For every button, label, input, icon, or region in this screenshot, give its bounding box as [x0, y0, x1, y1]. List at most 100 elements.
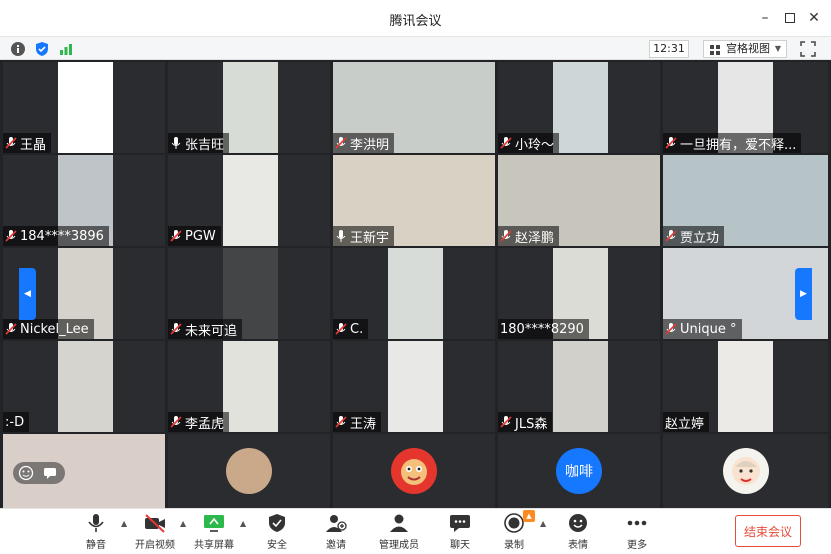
name-label: Unique ° [663, 319, 742, 339]
chat-button[interactable]: 聊天 [433, 513, 487, 553]
participant-video [223, 155, 278, 246]
video-tile[interactable]: 王新宇 [333, 155, 495, 246]
participant-video [58, 341, 113, 432]
info-icon[interactable] [10, 41, 26, 57]
avatar-tile[interactable]: 咖啡 [498, 434, 660, 508]
video-tile[interactable]: 李洪明 [333, 62, 495, 153]
shield-icon [269, 514, 285, 532]
video-tile[interactable]: PGW [168, 155, 330, 246]
name-label: 李洪明 [333, 133, 395, 153]
avatar-tile[interactable] [168, 434, 330, 508]
chat-bubble-icon[interactable] [42, 465, 58, 481]
video-tile[interactable]: 赵泽鹏 [498, 155, 660, 246]
shield-icon[interactable] [34, 41, 50, 57]
video-grid: 王晶 张吉旺 李洪明 小玲～ 一旦拥有，爱不释... 184****3896 P… [0, 60, 831, 508]
name-label: 184****3896 [3, 226, 109, 246]
reaction-button[interactable]: 表情 [551, 513, 605, 553]
add-user-icon [326, 515, 347, 532]
avatar [226, 448, 272, 494]
video-options-caret[interactable]: ▲ [180, 519, 186, 528]
fullscreen-icon[interactable] [800, 41, 816, 57]
video-tile[interactable]: 李孟虎 [168, 341, 330, 432]
share-options-caret[interactable]: ▲ [240, 519, 246, 528]
signal-icon[interactable] [58, 41, 74, 57]
avatar [722, 448, 769, 494]
participant-video [223, 62, 278, 153]
video-tile[interactable]: 贾立功 [663, 155, 828, 246]
mic-muted-icon [665, 323, 677, 335]
video-tile[interactable]: 未来可追 [168, 248, 330, 339]
mute-button[interactable]: 静音 [69, 513, 123, 553]
previous-page-arrow[interactable]: ◀ [19, 268, 36, 320]
microphone-icon [88, 514, 104, 532]
participant-video [58, 62, 113, 153]
mic-muted-icon [335, 137, 347, 149]
minimize-icon[interactable]: – [755, 8, 775, 28]
mute-options-caret[interactable]: ▲ [121, 519, 127, 528]
mic-icon [336, 230, 346, 242]
emoji-icon [569, 514, 587, 532]
name-label: 王晶 [3, 133, 52, 153]
name-label: JLS森 [498, 412, 553, 432]
cartoon-face-icon [401, 459, 427, 485]
name-label: 赵立婷 [663, 412, 710, 432]
maximize-icon[interactable] [780, 8, 800, 28]
invite-button[interactable]: 邀请 [309, 513, 363, 553]
avatar-tile[interactable] [333, 434, 495, 508]
mic-muted-icon [335, 323, 347, 335]
mic-muted-icon [170, 323, 182, 335]
avatar-tile[interactable] [663, 434, 828, 508]
chevron-down-icon: ▼ [774, 44, 781, 53]
share-screen-icon [204, 515, 224, 532]
security-button[interactable]: 安全 [250, 513, 304, 553]
record-icon [504, 513, 524, 533]
name-label: Nickel_Lee [3, 319, 94, 339]
video-tile[interactable]: 180****8290 [498, 248, 660, 339]
name-label: 小玲～ [498, 133, 560, 153]
video-tile[interactable]: 一旦拥有，爱不释... [663, 62, 828, 153]
record-options-caret[interactable]: ▲ [540, 519, 546, 528]
video-tile[interactable]: :-D [3, 341, 165, 432]
name-label: 贾立功 [663, 226, 725, 246]
participant-video [553, 62, 608, 153]
manage-members-button[interactable]: 管理成员 [372, 513, 426, 553]
video-tile[interactable]: C. [333, 248, 495, 339]
mic-muted-icon [335, 416, 347, 428]
window-title: 腾讯会议 [389, 14, 442, 29]
video-tile[interactable]: 赵立婷 [663, 341, 828, 432]
name-label: 赵泽鹏 [498, 226, 560, 246]
participant-video [388, 341, 443, 432]
grid-view-icon [710, 45, 720, 55]
chat-icon [450, 515, 470, 532]
mic-muted-icon [5, 137, 17, 149]
video-tile[interactable]: 小玲～ [498, 62, 660, 153]
share-screen-button[interactable]: 共享屏幕 [187, 513, 241, 553]
emoji-icon[interactable] [18, 465, 34, 481]
self-view-controls[interactable] [13, 462, 65, 484]
participant-video [223, 341, 278, 432]
video-tile[interactable]: JLS森 [498, 341, 660, 432]
participant-video [553, 341, 608, 432]
video-tile[interactable]: 王涛 [333, 341, 495, 432]
participant-video [718, 341, 773, 432]
start-video-button[interactable]: 开启视频 [128, 513, 182, 553]
more-button[interactable]: 更多 [610, 513, 664, 553]
avatar [391, 448, 437, 494]
record-button[interactable]: 录制 ▲ [487, 510, 541, 553]
next-page-arrow[interactable]: ▶ [795, 268, 812, 320]
video-tile[interactable]: 张吉旺 [168, 62, 330, 153]
grid-view-dropdown[interactable]: 宫格视图 ▼ [703, 40, 787, 58]
grid-view-label: 宫格视图 [726, 42, 770, 55]
more-dots-icon [627, 520, 647, 526]
end-meeting-button[interactable]: 结束会议 [735, 515, 801, 547]
video-tile[interactable]: 王晶 [3, 62, 165, 153]
cartoon-face-icon [731, 457, 760, 485]
name-label: 未来可追 [168, 319, 243, 339]
name-label: 180****8290 [498, 319, 589, 339]
video-tile[interactable]: 184****3896 [3, 155, 165, 246]
close-icon[interactable]: ✕ [804, 8, 824, 28]
members-icon [390, 514, 408, 532]
avatar: 咖啡 [556, 448, 602, 494]
bottom-toolbar: 静音 ▲ 开启视频 ▲ 共享屏幕 ▲ 安全 邀请 管理成员 聊天 录制 ▲ ▲ … [0, 508, 831, 554]
video-tile[interactable] [3, 434, 165, 508]
